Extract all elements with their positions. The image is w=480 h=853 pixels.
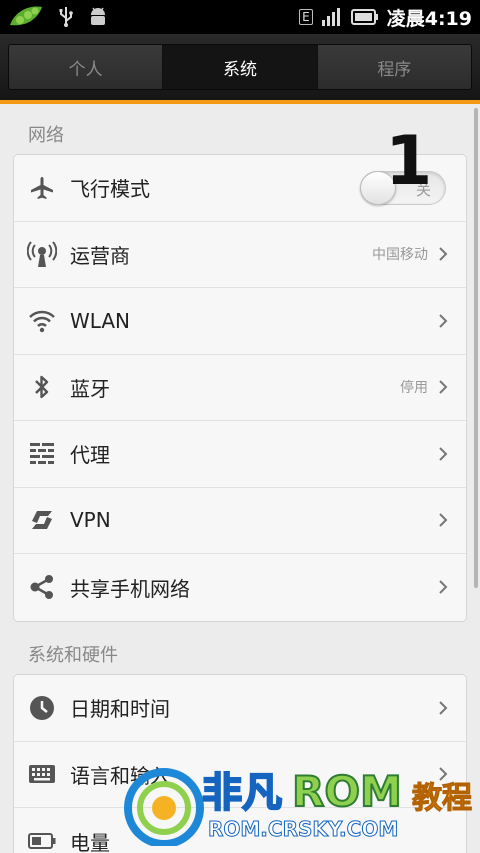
chevron-right-icon	[439, 380, 448, 394]
list-item-vpn[interactable]: VPN	[14, 488, 466, 554]
clock-icon	[27, 693, 57, 723]
tab-apps[interactable]: 程序	[317, 45, 471, 89]
list-item-bluetooth[interactable]: 蓝牙 停用	[14, 355, 466, 421]
list-item-proxy[interactable]: 代理	[14, 421, 466, 488]
chevron-right-icon	[439, 580, 448, 594]
carrier-icon	[27, 239, 57, 269]
list-item-label: 运营商	[70, 243, 130, 268]
section-title-system: 系统和硬件	[28, 645, 118, 666]
list-item-label: 代理	[70, 443, 110, 468]
clock: 凌晨4:19	[386, 7, 472, 30]
tab-bar: 个人 系统 程序	[0, 34, 480, 102]
annotation-number: 1	[385, 122, 433, 201]
tab-system[interactable]: 系统	[163, 45, 318, 89]
list-item-carrier[interactable]: 运营商 中国移动	[14, 222, 466, 288]
proxy-icon	[27, 439, 57, 469]
chevron-right-icon	[439, 314, 448, 328]
chevron-right-icon	[439, 701, 448, 715]
signal-icon	[321, 8, 343, 26]
keyboard-icon	[27, 759, 57, 789]
list-item-tethering[interactable]: 共享手机网络	[14, 554, 466, 621]
svg-text:ROM.CRSKY.COM: ROM.CRSKY.COM	[208, 817, 398, 841]
svg-text:非凡: 非凡	[202, 770, 282, 816]
chevron-right-icon	[439, 247, 448, 261]
usb-icon	[58, 6, 74, 28]
settings-content: 网络 飞行模式 关 运营商 中国移动 WLAN 蓝牙 停用 代理 VPN 共享手…	[0, 104, 480, 853]
peapod-icon	[8, 3, 44, 31]
tab-personal[interactable]: 个人	[9, 45, 164, 89]
vpn-icon	[27, 505, 57, 535]
scrollbar[interactable]	[474, 108, 478, 588]
carrier-value: 中国移动	[372, 247, 428, 264]
watermark-logo: 非凡 ROM 教程 ROM.CRSKY.COM	[122, 756, 473, 848]
list-item-date-time[interactable]: 日期和时间	[14, 675, 466, 742]
list-item-label: VPN	[70, 508, 111, 533]
network-card: 飞行模式 关 运营商 中国移动 WLAN 蓝牙 停用 代理 VPN 共享手机网络	[13, 154, 467, 622]
chevron-right-icon	[439, 513, 448, 527]
list-item-label: 电量	[70, 830, 110, 853]
list-item-label: 共享手机网络	[70, 576, 190, 601]
wifi-icon	[27, 306, 57, 336]
chevron-right-icon	[439, 447, 448, 461]
svg-text:教程: 教程	[412, 781, 472, 816]
svg-text:ROM: ROM	[292, 767, 402, 816]
bluetooth-icon	[27, 372, 57, 402]
airplane-icon	[27, 173, 57, 203]
section-title-network: 网络	[28, 125, 64, 146]
status-bar: E 凌晨4:19	[0, 0, 480, 34]
battery-status-icon	[350, 9, 379, 25]
list-item-label: 飞行模式	[70, 177, 150, 202]
android-debug-icon	[88, 6, 108, 28]
battery-icon	[27, 826, 57, 853]
list-item-label: WLAN	[70, 308, 131, 333]
share-icon	[27, 572, 57, 602]
list-item-wlan[interactable]: WLAN	[14, 288, 466, 355]
bluetooth-value: 停用	[400, 380, 428, 397]
network-type-icon: E	[299, 9, 313, 25]
list-item-label: 日期和时间	[70, 697, 170, 722]
list-item-label: 蓝牙	[70, 376, 110, 401]
